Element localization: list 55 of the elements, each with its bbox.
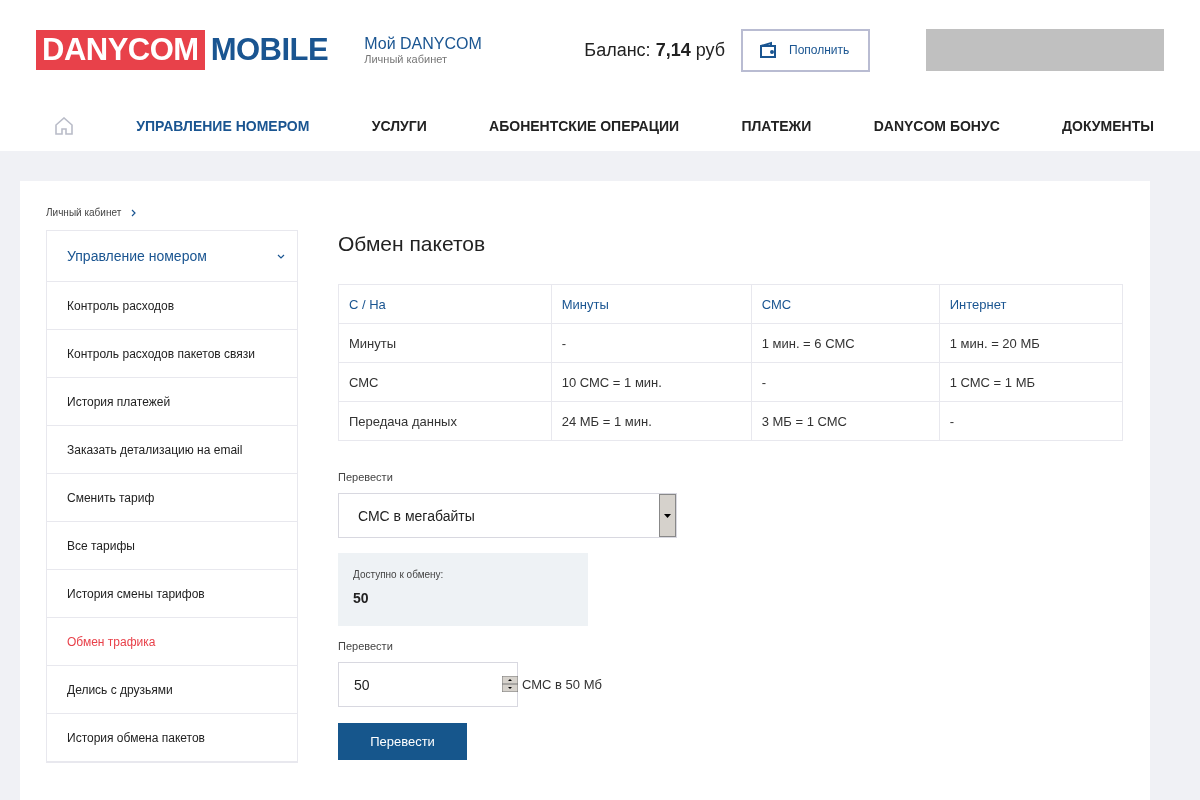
- table-cell: 24 МБ = 1 мин.: [551, 401, 752, 441]
- nav-link[interactable]: DANYCOM БОНУС: [873, 117, 1000, 134]
- available-label: Доступно к обмену:: [353, 569, 445, 580]
- field-label: Перевести: [338, 640, 394, 652]
- column-header: Интернет: [939, 284, 1123, 324]
- wallet-icon: [759, 41, 777, 59]
- sidebar-section-header[interactable]: Управление номером: [47, 231, 297, 282]
- sidebar-item[interactable]: История обмена пакетов: [47, 714, 297, 762]
- amount-field[interactable]: 50: [338, 662, 518, 707]
- page-title: Обмен пакетов: [338, 232, 487, 256]
- nav-link[interactable]: ДОКУМЕНТЫ: [1062, 117, 1154, 134]
- breadcrumb-link[interactable]: Личный кабинет: [46, 207, 122, 218]
- spinner-icon[interactable]: [502, 676, 518, 692]
- table-cell: 3 МБ = 1 СМС: [751, 401, 940, 441]
- sidebar-item[interactable]: Обмен трафика: [47, 618, 297, 666]
- caret-icon: [664, 513, 671, 518]
- nav-link[interactable]: ПЛАТЕЖИ: [741, 117, 812, 134]
- conversion-select[interactable]: СМС в мегабайты: [338, 493, 677, 538]
- account-subtitle: Личный кабинет: [364, 53, 448, 65]
- home-icon[interactable]: [54, 116, 74, 135]
- table-cell: 10 СМС = 1 мин.: [551, 362, 752, 402]
- table-cell: СМС: [338, 362, 552, 402]
- table-cell: -: [751, 362, 940, 402]
- table-cell: Передача данных: [338, 401, 552, 441]
- sidebar-item[interactable]: История платежей: [47, 378, 297, 426]
- account-title[interactable]: Мой DANYCOM: [364, 35, 482, 53]
- logo-text: DANYCOM: [36, 30, 205, 70]
- logo-text: MOBILE: [210, 32, 329, 68]
- sidebar-item[interactable]: Контроль расходов пакетов связи: [47, 330, 297, 378]
- top-up-button[interactable]: Пополнить: [741, 28, 870, 72]
- sidebar-item[interactable]: Делись с друзьями: [47, 666, 297, 714]
- table-cell: 1 мин. = 20 МБ: [939, 323, 1123, 363]
- available-value: 50: [353, 590, 370, 606]
- conversion-result: СМС в 50 Мб: [522, 677, 602, 692]
- table-cell: -: [551, 323, 752, 363]
- column-header: Минуты: [551, 284, 752, 324]
- convert-button[interactable]: Перевести: [338, 723, 467, 760]
- table-cell: 1 СМС = 1 МБ: [939, 362, 1123, 402]
- sidebar-item[interactable]: История смены тарифов: [47, 570, 297, 618]
- table-cell: -: [939, 401, 1123, 441]
- column-header: СМС: [751, 284, 940, 324]
- chevron-right-icon: [131, 208, 137, 217]
- field-label: Перевести: [338, 471, 394, 483]
- sidebar-item[interactable]: Все тарифы: [47, 522, 297, 570]
- table-cell: 1 мин. = 6 СМС: [751, 323, 940, 363]
- sidebar-item[interactable]: Сменить тариф: [47, 474, 297, 522]
- sidebar-item[interactable]: Контроль расходов: [47, 282, 297, 330]
- table-cell: Минуты: [338, 323, 552, 363]
- chevron-down-icon: [277, 253, 285, 259]
- nav-link[interactable]: УСЛУГИ: [371, 117, 427, 134]
- column-header: С / На: [338, 284, 552, 324]
- balance-text: Баланс: 7,14 руб: [584, 39, 725, 61]
- nav-link[interactable]: УПРАВЛЕНИЕ НОМЕРОМ: [136, 117, 310, 134]
- nav-link[interactable]: АБОНЕНТСКИЕ ОПЕРАЦИИ: [489, 117, 680, 134]
- sidebar-item[interactable]: Заказать детализацию на email: [47, 426, 297, 474]
